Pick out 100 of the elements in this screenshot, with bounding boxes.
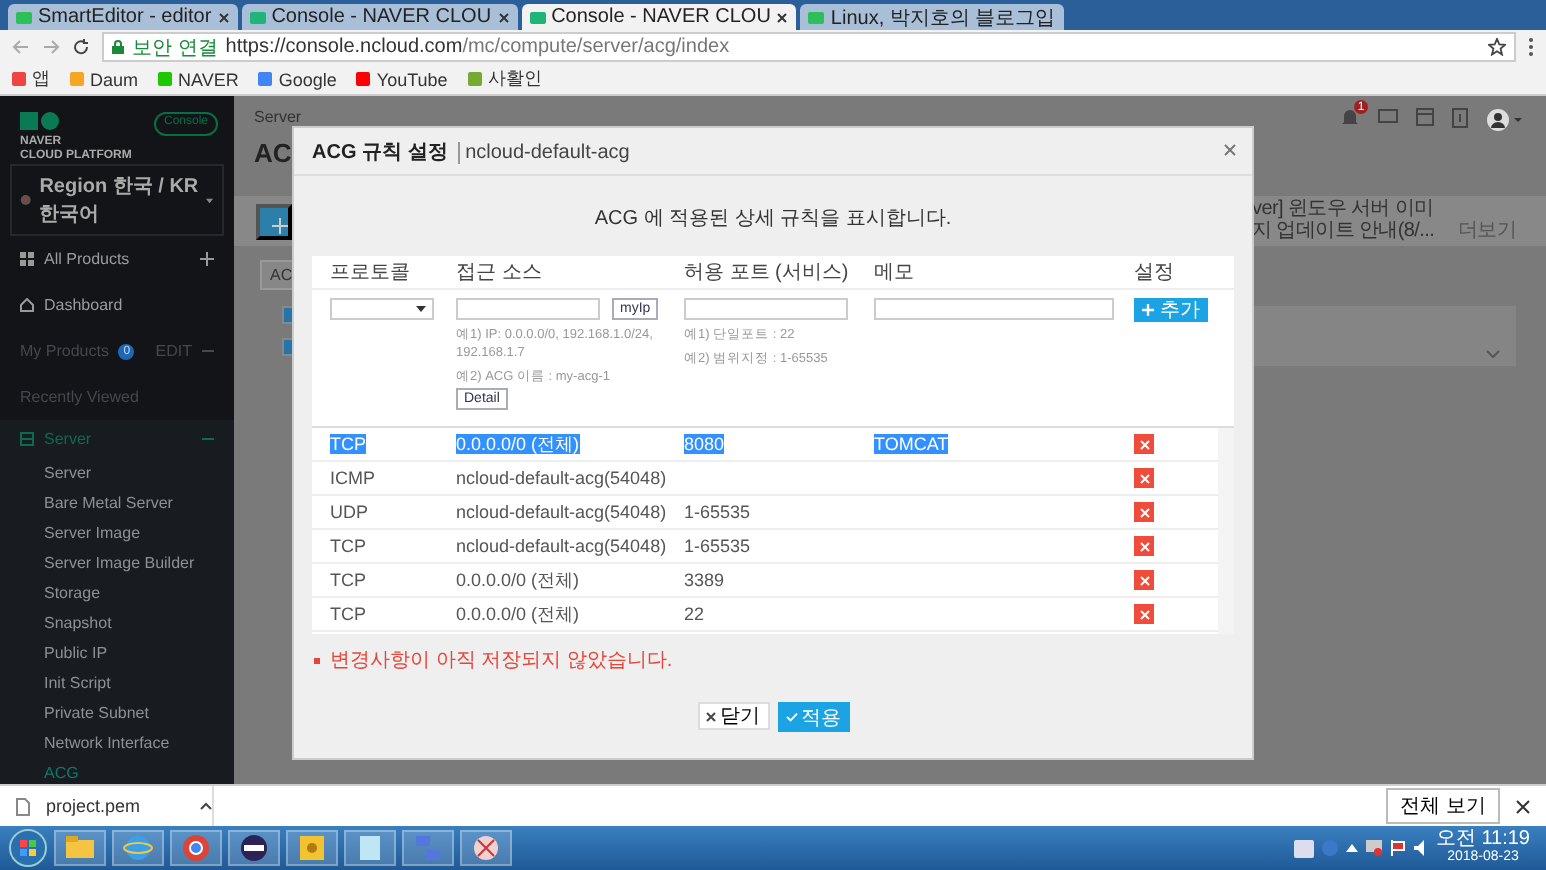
file-icon [16, 797, 30, 815]
notice-text[interactable]: ver] 윈도우 서버 이미지 업데이트 안내(8/... [1252, 200, 1452, 242]
warning-text: 변경사항이 아직 저장되지 않았습니다. [330, 648, 673, 674]
close-icon[interactable] [776, 11, 789, 23]
bookmark[interactable]: Google [258, 69, 337, 89]
nav-item[interactable]: Dashboard [0, 282, 234, 328]
close-button[interactable]: 닫기 [697, 702, 769, 730]
table-cell: 0.0.0.0/0 (전체) [456, 569, 580, 589]
table-cell: TCP [330, 604, 366, 624]
clock-time[interactable]: 오전 11:19 [1435, 830, 1530, 850]
plus-icon[interactable] [200, 252, 214, 266]
close-icon[interactable] [497, 11, 510, 23]
table-cell: 1-65535 [684, 536, 751, 556]
nav-item[interactable]: Snapshot [0, 608, 234, 638]
delete-button[interactable] [1134, 604, 1154, 624]
delete-button[interactable] [1134, 434, 1154, 454]
table-cell: 0.0.0.0/0 (전체) [456, 433, 580, 453]
taskbar-button[interactable] [228, 830, 280, 866]
bookmark-icon [12, 72, 26, 86]
column-header: 허용 포트 (서비스) [684, 260, 851, 286]
table-cell: UDP [330, 502, 369, 522]
nav-item[interactable]: Public IP [0, 638, 234, 668]
scissors-icon [470, 832, 502, 864]
download-file[interactable]: project.pem [46, 796, 141, 816]
close-icon [1139, 609, 1149, 619]
back-icon[interactable] [12, 38, 30, 56]
bookmark[interactable]: Daum [70, 69, 139, 89]
start-icon[interactable] [8, 828, 48, 868]
bookmark[interactable]: 앱 [12, 66, 50, 92]
site-icon [16, 11, 32, 23]
table-cell: 22 [684, 604, 705, 624]
chevron-icon [1486, 350, 1500, 358]
folder-icon [64, 832, 96, 864]
arrow-up-icon[interactable] [1345, 844, 1358, 852]
close-icon [1139, 507, 1149, 517]
nav-item[interactable]: Server Image [0, 518, 234, 548]
table-cell: 1-65535 [684, 502, 751, 522]
browser-tab[interactable]: Console - NAVER CLOU [241, 4, 518, 30]
notepad-icon [354, 832, 386, 864]
puzzle-icon [296, 832, 328, 864]
browser-tab[interactable]: Console - NAVER CLOU [521, 4, 797, 30]
nav-item[interactable]: Bare Metal Server [0, 488, 234, 518]
delete-button[interactable] [1134, 570, 1154, 590]
forward-icon[interactable] [42, 38, 60, 56]
chat-icon[interactable] [1378, 108, 1398, 128]
book-icon[interactable] [1452, 108, 1468, 128]
bookmark-icon [70, 72, 84, 86]
nav-item[interactable]: Network Interface [0, 728, 234, 758]
avatar-icon[interactable] [1486, 108, 1522, 132]
address-bar[interactable]: 보안 연결 https://console.ncloud.com/mc/compute/server/acg/index [102, 32, 1516, 62]
table-cell: ICMP [330, 468, 375, 488]
browser-tab[interactable]: Linux, 박지호의 블로그입 [800, 4, 1064, 30]
caret-icon [416, 306, 426, 312]
nav-item[interactable]: All Products [0, 236, 234, 282]
browser-tab[interactable]: SmartEditor - editor [8, 4, 238, 30]
nav-item[interactable]: Server Image Builder [0, 548, 234, 578]
delete-button[interactable] [1134, 536, 1154, 556]
calendar-icon[interactable] [1416, 108, 1434, 126]
security-label: 보안 연결 [132, 35, 218, 61]
url-text: https://console.ncloud.com/mc/compute/server/acg/index [225, 36, 730, 58]
speaker-icon[interactable] [1413, 840, 1430, 856]
bookmark[interactable]: YouTube [356, 69, 448, 89]
close-icon[interactable] [217, 11, 230, 23]
bookmark-icon [258, 72, 273, 86]
site-icon [529, 11, 546, 23]
network-icon [412, 832, 444, 864]
bookmark[interactable]: 사활인 [467, 66, 542, 92]
delete-button[interactable] [1134, 468, 1154, 488]
circle-icon [180, 832, 212, 864]
table-cell: 8080 [684, 434, 725, 454]
globe-icon [122, 832, 154, 864]
logo-icon [20, 112, 60, 130]
reload-icon[interactable] [72, 38, 90, 56]
grid-icon [20, 252, 34, 266]
region-selector[interactable]: Region 한국 / KR 한국어 [10, 164, 224, 236]
keyboard-icon[interactable] [1293, 839, 1314, 857]
nav-item[interactable]: Server [0, 458, 234, 488]
star-icon[interactable] [1488, 38, 1506, 56]
close-icon [1139, 541, 1149, 551]
nav-item[interactable]: Storage [0, 578, 234, 608]
show-all-button[interactable]: 전체 보기 [1386, 788, 1500, 824]
add-button[interactable] [256, 203, 292, 239]
chevron-icon[interactable] [200, 802, 212, 810]
nav-item[interactable]: Private Subnet [0, 698, 234, 728]
nav-item[interactable]: Init Script [0, 668, 234, 698]
memo-input[interactable] [874, 298, 1114, 320]
table-cell: 3389 [684, 570, 725, 590]
globe-icon [20, 192, 32, 208]
source-input[interactable] [456, 298, 600, 320]
page-title: AC [254, 138, 294, 168]
flag-icon[interactable] [1389, 840, 1406, 856]
dialog-description: ACG 에 적용된 상세 규칙을 표시합니다. [592, 206, 954, 232]
table-cell: TCP [330, 536, 366, 556]
close-icon[interactable] [1516, 799, 1530, 813]
delete-button[interactable] [1134, 502, 1154, 522]
menu-icon[interactable] [1528, 38, 1534, 56]
port-input[interactable] [684, 298, 848, 320]
server-icon [20, 432, 34, 446]
bookmark[interactable]: NAVER [158, 69, 239, 89]
network-icon[interactable] [1365, 840, 1382, 856]
